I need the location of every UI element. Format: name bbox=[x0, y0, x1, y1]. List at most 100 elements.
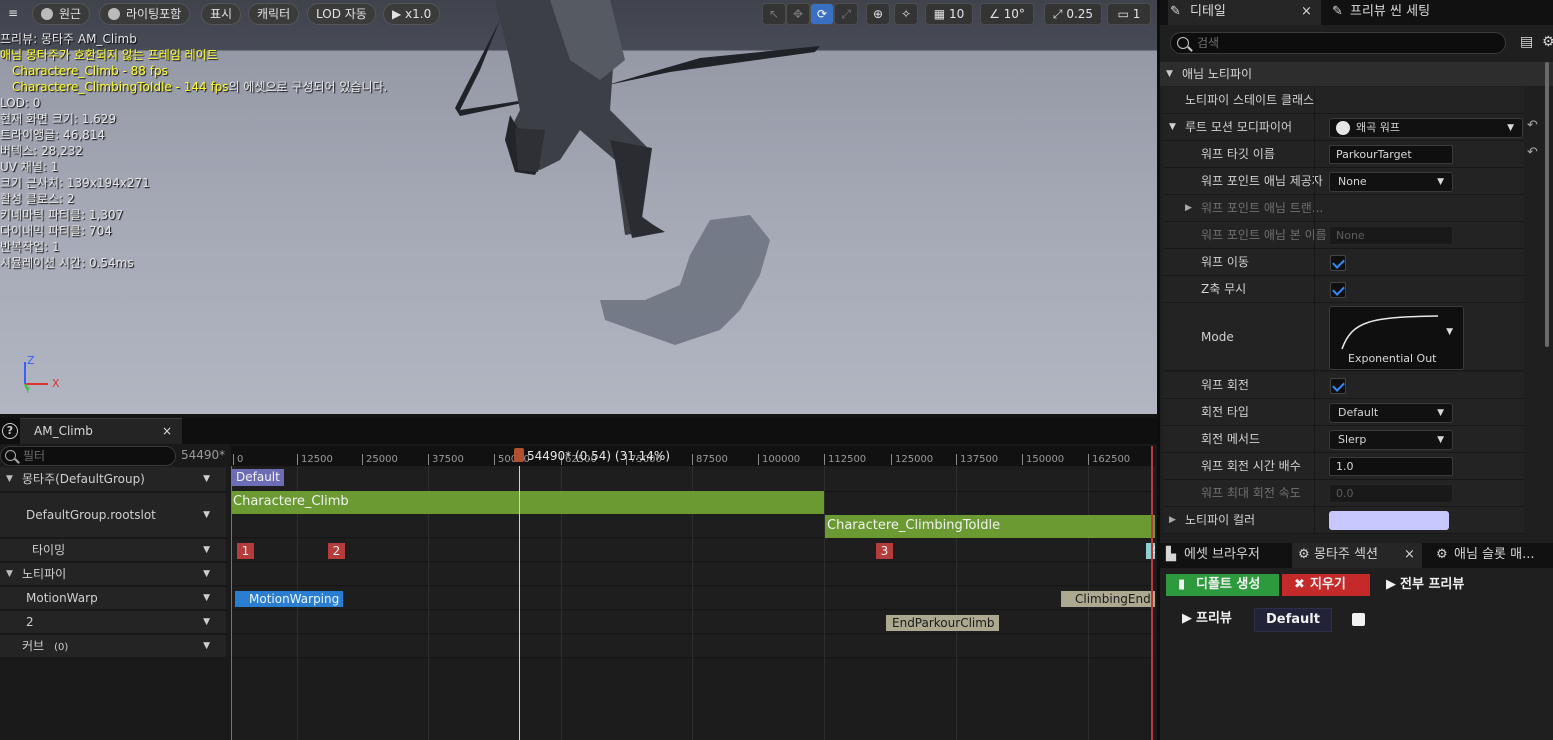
filter-placeholder: 필터 bbox=[23, 449, 46, 463]
tab-anim-slot[interactable]: ⚙ 애님 슬롯 매... bbox=[1432, 543, 1534, 568]
scale-icon[interactable]: ⤢ bbox=[834, 3, 858, 25]
chevron-down-icon[interactable]: ▼ bbox=[203, 635, 210, 657]
playhead-handle[interactable] bbox=[514, 448, 524, 462]
tab-anim-slot-label: 애님 슬롯 매... bbox=[1454, 547, 1535, 562]
divider bbox=[1314, 372, 1315, 398]
track-filter-input[interactable]: 필터 bbox=[0, 446, 176, 466]
expand-icon[interactable]: ▶ bbox=[1185, 195, 1192, 221]
surface-snap-icon[interactable]: ✧ bbox=[894, 3, 918, 25]
tab-montage-sections[interactable]: ⚙ 몽타주 섹션 × bbox=[1292, 543, 1422, 568]
create-default-button[interactable]: ▮ 디폴트 생성 bbox=[1166, 574, 1279, 596]
notify-motion-warping[interactable]: MotionWarping bbox=[235, 591, 344, 607]
tab-preview-scene[interactable]: ✎ 프리뷰 씬 세팅 bbox=[1332, 0, 1430, 25]
tab-asset-browser[interactable]: ▙ 에셋 브라우저 bbox=[1166, 543, 1260, 568]
perspective-button[interactable]: 원근 bbox=[32, 3, 91, 25]
camera-speed-button[interactable]: ▭ 1 bbox=[1107, 3, 1151, 25]
track-slot[interactable]: DefaultGroup.rootslot ▼ bbox=[0, 493, 226, 538]
row-warp-point-transform: ▶ 워프 포인트 애님 트랜... bbox=[1163, 195, 1524, 222]
timing-marker[interactable]: 1 bbox=[237, 543, 254, 559]
end-marker[interactable] bbox=[1151, 446, 1153, 740]
close-icon[interactable]: × bbox=[1301, 0, 1312, 24]
character-button[interactable]: 캐릭터 bbox=[248, 3, 300, 25]
section-default[interactable]: Default bbox=[232, 469, 284, 486]
ignore-z-checkbox[interactable] bbox=[1330, 282, 1346, 298]
details-search-input[interactable]: 검색 bbox=[1170, 32, 1506, 54]
warp-rotation-time-input[interactable]: 1.0 bbox=[1329, 457, 1453, 476]
play-speed-button[interactable]: ▶ x1.0 bbox=[383, 3, 441, 25]
track-notify[interactable]: ▼ 노티파이 ▼ bbox=[0, 563, 226, 586]
track-motionwarp[interactable]: MotionWarp ▼ bbox=[0, 587, 226, 610]
close-icon[interactable]: × bbox=[162, 419, 172, 444]
segment-climb[interactable]: Charactere_Climb bbox=[231, 491, 824, 514]
reset-icon[interactable]: ↶ bbox=[1527, 145, 1538, 160]
grid-snap-button[interactable]: ▦ 10 bbox=[925, 3, 973, 25]
preview-all-button[interactable]: ▶ 전부 프리뷰 bbox=[1378, 574, 1464, 596]
preview-button[interactable]: ▶ 프리뷰 bbox=[1174, 608, 1232, 630]
chevron-down-icon[interactable]: ▼ bbox=[203, 467, 210, 491]
rotation-type-combo[interactable]: Default ▼ bbox=[1329, 403, 1453, 423]
notify-climbing-end[interactable]: ClimbingEnd bbox=[1061, 591, 1155, 607]
chevron-down-icon[interactable]: ▼ bbox=[203, 539, 210, 561]
track-timing[interactable]: 타이밍 ▼ bbox=[0, 539, 226, 562]
close-icon[interactable]: × bbox=[1404, 543, 1415, 567]
expand-icon[interactable]: ▶ bbox=[1169, 507, 1176, 533]
root-motion-modifier-combo[interactable]: 왜곡 워프 ▼ bbox=[1329, 118, 1523, 138]
chevron-down-icon[interactable]: ▼ bbox=[203, 563, 210, 585]
warp-point-provider-combo[interactable]: None ▼ bbox=[1329, 172, 1453, 192]
tab-am-climb[interactable]: AM_Climb × bbox=[20, 418, 182, 444]
row-rotation-method: 회전 메서드 Slerp ▼ bbox=[1163, 426, 1524, 453]
rotation-method-combo[interactable]: Slerp ▼ bbox=[1329, 430, 1453, 450]
select-icon[interactable]: ↖ bbox=[762, 3, 786, 25]
mode-curve-combo[interactable]: ▼ Exponential Out bbox=[1329, 306, 1464, 370]
chevron-down-icon[interactable]: ▼ bbox=[203, 587, 210, 609]
time-ruler[interactable]: 0 12500 25000 37500 50000 62500 75000 87… bbox=[231, 446, 1155, 466]
chevron-down-icon[interactable]: ▼ bbox=[203, 611, 210, 633]
viewport[interactable]: ≡ 원근 라이팅포함 표시 캐릭터 LOD 자동 ▶ x1.0 ↖ ✥ ⟳ ⤢ … bbox=[0, 0, 1157, 414]
section-checkbox[interactable] bbox=[1352, 613, 1365, 626]
settings-icon[interactable]: ⚙ bbox=[1542, 34, 1553, 50]
label-root-motion-modifier: 루트 모션 모디파이어 bbox=[1185, 120, 1292, 134]
world-local-icon[interactable]: ⊕ bbox=[866, 3, 890, 25]
timeline-area[interactable]: 0 12500 25000 37500 50000 62500 75000 87… bbox=[231, 446, 1155, 740]
playhead-line[interactable] bbox=[519, 466, 520, 740]
warp-target-name-input[interactable]: ParkourTarget bbox=[1329, 145, 1453, 164]
collapse-icon[interactable]: ▼ bbox=[1166, 62, 1173, 86]
slot-icon: ⚙ bbox=[1436, 547, 1448, 562]
label-notify-state-class: 노티파이 스테이트 클래스 bbox=[1185, 93, 1315, 107]
current-frame-field[interactable]: 54490* bbox=[181, 448, 225, 462]
translate-icon[interactable]: ✥ bbox=[786, 3, 810, 25]
notify-color-swatch[interactable] bbox=[1329, 511, 1449, 530]
details-scrollbar[interactable] bbox=[1545, 62, 1549, 347]
warp-translation-checkbox[interactable] bbox=[1330, 255, 1346, 271]
angle-snap-button[interactable]: ∠ 10° bbox=[980, 3, 1034, 25]
track-curves[interactable]: 커브 (0) ▼ bbox=[0, 635, 226, 658]
ruler-tick: 12500 bbox=[297, 454, 333, 465]
segment-climbing-to-idle[interactable]: Charactere_ClimbingToIdle bbox=[825, 515, 1155, 538]
collapse-icon[interactable]: ▼ bbox=[6, 563, 13, 585]
scale-snap-button[interactable]: ⤢ 0.25 bbox=[1044, 3, 1102, 25]
reset-icon[interactable]: ↶ bbox=[1527, 118, 1538, 133]
timing-marker[interactable]: 3 bbox=[876, 543, 893, 559]
track-timing-label: 타이밍 bbox=[32, 543, 66, 557]
tab-details[interactable]: ✎ 디테일 × bbox=[1168, 0, 1321, 25]
collapse-icon[interactable]: ▼ bbox=[1169, 114, 1176, 140]
row-notify-color: ▶ 노티파이 컬러 bbox=[1163, 507, 1524, 534]
category-anim-notify[interactable]: ▼ 애님 노티파이 bbox=[1160, 62, 1553, 86]
chevron-down-icon[interactable]: ▼ bbox=[203, 493, 210, 537]
clear-button[interactable]: ✖ 지우기 bbox=[1282, 574, 1370, 596]
track-montage[interactable]: ▼ 몽타주(DefaultGroup) ▼ bbox=[0, 467, 226, 492]
section-default-button[interactable]: Default bbox=[1254, 608, 1332, 632]
help-icon[interactable]: ? bbox=[2, 423, 18, 439]
track-2[interactable]: 2 ▼ bbox=[0, 611, 226, 634]
lighting-button[interactable]: 라이팅포함 bbox=[99, 3, 191, 25]
timing-marker[interactable]: 2 bbox=[328, 543, 345, 559]
warp-rotation-checkbox[interactable] bbox=[1330, 378, 1346, 394]
table-view-icon[interactable]: ▤ bbox=[1520, 34, 1533, 50]
hamburger-icon[interactable]: ≡ bbox=[2, 3, 24, 25]
notify-end-parkour-climb[interactable]: EndParkourClimb bbox=[886, 615, 999, 631]
collapse-icon[interactable]: ▼ bbox=[6, 467, 13, 491]
lod-button[interactable]: LOD 자동 bbox=[307, 3, 376, 25]
show-button[interactable]: 표시 bbox=[201, 3, 242, 25]
rotate-icon[interactable]: ⟳ bbox=[810, 3, 834, 25]
stats-anim2-line: Charactere_ClimbingToIdle - 144 fps의 에셋으… bbox=[0, 79, 387, 95]
